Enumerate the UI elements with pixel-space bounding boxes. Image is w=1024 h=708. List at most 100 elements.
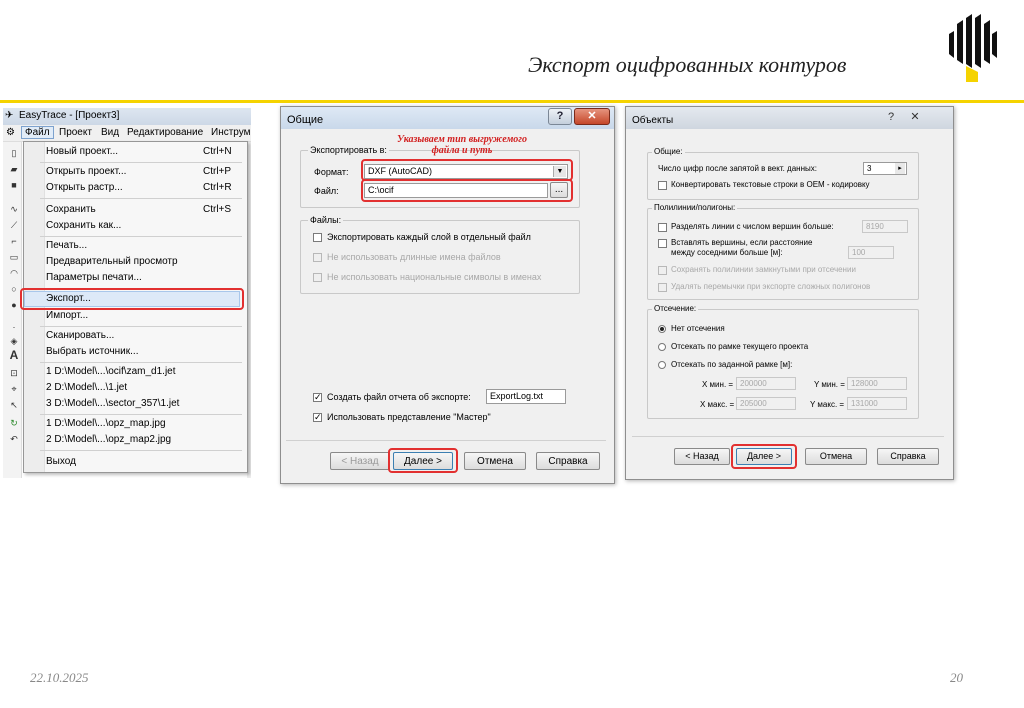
menu-item-print-preview[interactable]: Предварительный просмотр <box>46 256 178 267</box>
polyline-icon[interactable]: ∿ <box>8 204 20 214</box>
fill-icon[interactable]: ● <box>8 300 20 310</box>
general-help-action-button[interactable]: Справка <box>536 452 600 470</box>
export-highlight-frame <box>20 288 244 310</box>
menu-tools[interactable]: Инструм <box>211 127 251 138</box>
edit-nodes-icon[interactable]: ⊡ <box>8 368 20 378</box>
menu-item-new-project[interactable]: Новый проект... <box>46 146 118 157</box>
point-icon[interactable]: · <box>8 322 20 332</box>
menu-item-save-as[interactable]: Сохранить как... <box>46 220 121 231</box>
menu-item-open-raster[interactable]: Открыть растр... <box>46 182 123 193</box>
objects-footer-line <box>632 436 944 437</box>
menu-separator <box>40 450 242 451</box>
circle-icon[interactable]: ○ <box>8 284 20 294</box>
menu-separator <box>40 362 242 363</box>
general-back-button[interactable]: < Назад <box>330 452 390 470</box>
xmin-field[interactable]: 200000 <box>736 377 796 390</box>
slide-title: Экспорт оцифрованных контуров <box>528 52 847 77</box>
general-next-highlight <box>388 448 458 473</box>
new-file-icon[interactable]: ▯ <box>8 148 20 158</box>
master-checkbox[interactable]: ✓ <box>313 413 322 422</box>
objects-cancel-button[interactable]: Отмена <box>805 448 867 465</box>
national-symbols-checkbox[interactable] <box>313 273 322 282</box>
annotation-line-1: Указываем тип выгружемого <box>397 134 527 145</box>
ymin-field[interactable]: 128000 <box>847 377 907 390</box>
menu-item-select-source[interactable]: Выбрать источник... <box>46 346 138 357</box>
objects-help-button[interactable]: ? <box>882 110 900 124</box>
keep-closed-checkbox[interactable] <box>658 266 667 275</box>
menu-view[interactable]: Вид <box>101 127 119 138</box>
general-help-button[interactable]: ? <box>548 108 572 125</box>
arc-icon[interactable]: ◠ <box>8 268 20 278</box>
header-accent-line <box>0 100 1024 103</box>
format-highlight-frame <box>361 159 573 181</box>
select-icon[interactable]: ⌖ <box>8 384 20 394</box>
menu-separator <box>40 414 242 415</box>
long-names-label: Не использовать длинные имена файлов <box>327 252 501 262</box>
menu-item-recent-raster-1[interactable]: 1 D:\Model\...\opz_map.jpg <box>46 418 166 429</box>
easytrace-titlebar: ✈ EasyTrace - [Проект3] <box>3 108 251 125</box>
undo-icon[interactable]: ↶ <box>8 434 20 444</box>
master-label: Использовать представление "Мастер" <box>327 412 491 422</box>
xmax-label: X макс. = <box>700 400 735 409</box>
menu-item-print[interactable]: Печать... <box>46 240 87 251</box>
insert-vertices-checkbox[interactable] <box>658 239 667 248</box>
ymin-label: Y мин. = <box>814 380 845 389</box>
objects-dialog-title: Объекты <box>632 115 674 126</box>
common-group-title: Общие: <box>652 147 685 156</box>
clip-none-radio[interactable] <box>658 325 666 333</box>
objects-close-button[interactable]: ✕ <box>906 110 924 124</box>
slide-page-number: 20 <box>950 670 963 685</box>
menu-item-recent-1[interactable]: 1 D:\Model\...\ocif\zam_d1.jet <box>46 366 176 377</box>
digits-spinner[interactable]: 3 ▸ <box>863 162 907 175</box>
menu-item-recent-2[interactable]: 2 D:\Model\...\1.jet <box>46 382 127 393</box>
menu-item-exit[interactable]: Выход <box>46 456 76 467</box>
step-line-icon[interactable]: ⌐ <box>8 236 20 246</box>
ymax-field[interactable]: 131000 <box>847 397 907 410</box>
rectangle-icon[interactable]: ▭ <box>8 252 20 262</box>
spinner-arrow-icon[interactable]: ▸ <box>895 163 905 174</box>
convert-oem-checkbox[interactable] <box>658 181 667 190</box>
menu-item-recent-raster-2[interactable]: 2 D:\Model\...\opz_map2.jpg <box>46 434 171 445</box>
long-names-checkbox[interactable] <box>313 253 322 262</box>
rotate-icon[interactable]: ↻ <box>8 418 20 428</box>
line-icon[interactable]: ⟋ <box>8 220 20 230</box>
objects-back-button[interactable]: < Назад <box>674 448 730 465</box>
menu-item-open-project[interactable]: Открыть проект... <box>46 166 126 177</box>
menu-item-recent-3[interactable]: 3 D:\Model\...\sector_357\1.jet <box>46 398 179 409</box>
menubar-app-icon: ⚙ <box>6 127 15 138</box>
xmax-field[interactable]: 205000 <box>736 397 796 410</box>
split-lines-checkbox[interactable] <box>658 223 667 232</box>
insert-value-field[interactable]: 100 <box>848 246 894 259</box>
pointer-icon[interactable]: ↖ <box>8 400 20 410</box>
menu-item-scan[interactable]: Сканировать... <box>46 330 114 341</box>
clip-project-radio[interactable] <box>658 343 666 351</box>
report-file-input[interactable]: ExportLog.txt <box>486 389 566 404</box>
objects-help-action-button[interactable]: Справка <box>877 448 939 465</box>
general-close-button[interactable]: ✕ <box>574 108 610 125</box>
clip-custom-label: Отсекать по заданной рамке [м]: <box>671 360 793 369</box>
text-tool-icon[interactable]: A <box>8 349 20 361</box>
report-checkbox[interactable]: ✓ <box>313 393 322 402</box>
menu-separator <box>40 198 242 199</box>
menu-file[interactable]: Файл <box>21 126 54 139</box>
remove-jumps-checkbox[interactable] <box>658 283 667 292</box>
menu-edit[interactable]: Редактирование <box>127 127 203 138</box>
objects-next-highlight <box>731 444 797 469</box>
report-label: Создать файл отчета об экспорте: <box>327 392 471 402</box>
split-lines-label: Разделять линии с числом вершин больше: <box>671 222 834 231</box>
each-layer-checkbox[interactable] <box>313 233 322 242</box>
each-layer-label: Экспортировать каждый слой в отдельный ф… <box>327 232 531 242</box>
split-value-field[interactable]: 8190 <box>862 220 908 233</box>
files-group-title: Файлы: <box>308 215 344 225</box>
menu-item-print-settings[interactable]: Параметры печати... <box>46 272 142 283</box>
save-icon[interactable]: ■ <box>8 180 20 190</box>
open-folder-icon[interactable]: ▰ <box>8 164 20 174</box>
menu-item-import[interactable]: Импорт... <box>46 310 88 321</box>
clip-custom-radio[interactable] <box>658 361 666 369</box>
symbol-icon[interactable]: ◈ <box>8 336 20 346</box>
menu-project[interactable]: Проект <box>59 127 92 138</box>
general-cancel-button[interactable]: Отмена <box>464 452 526 470</box>
common-group <box>647 152 919 200</box>
menu-item-save[interactable]: Сохранить <box>46 204 96 215</box>
menubar: ⚙ Файл Проект Вид Редактирование Инструм <box>3 125 251 142</box>
